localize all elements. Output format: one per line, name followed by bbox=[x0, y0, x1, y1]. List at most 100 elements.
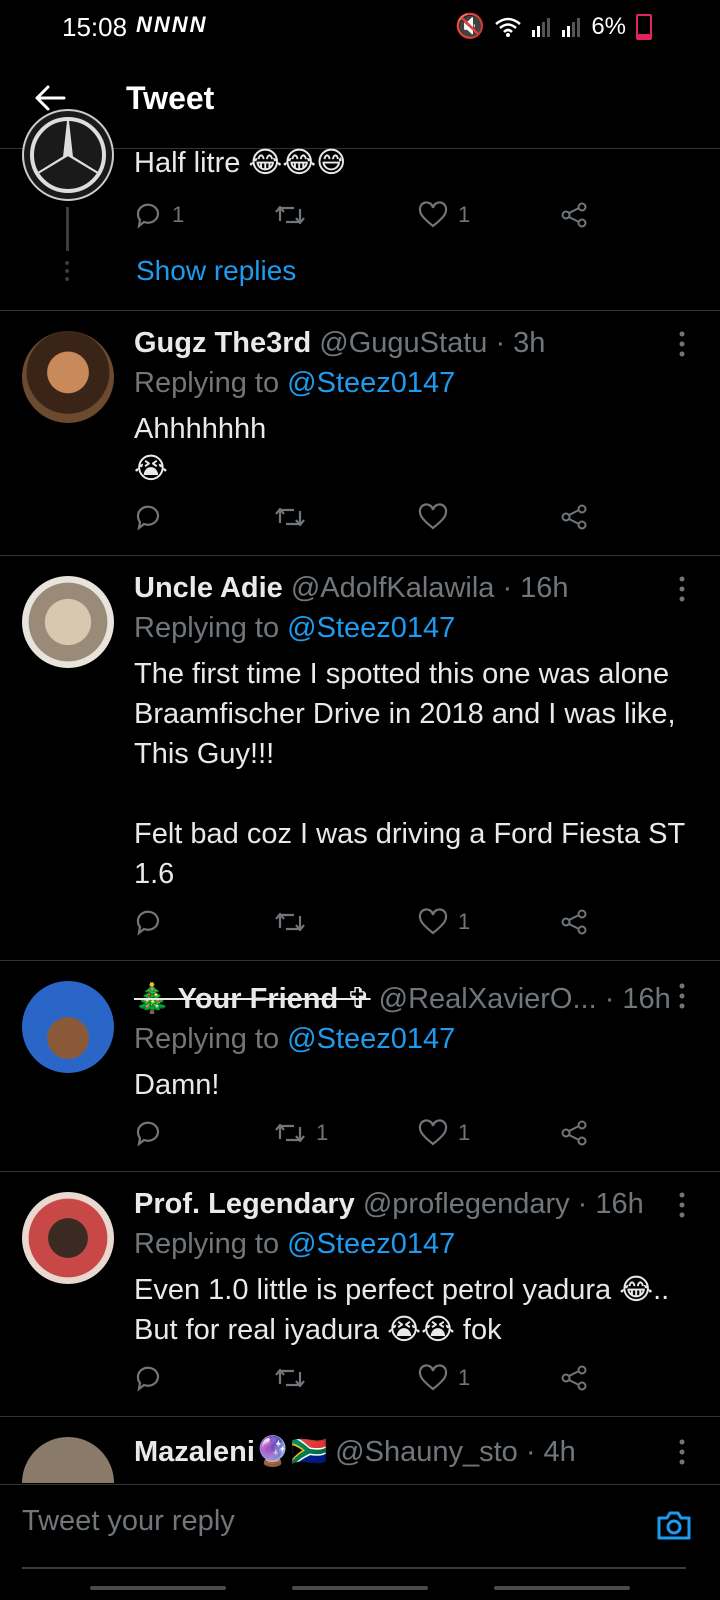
share-icon bbox=[561, 202, 587, 228]
retweet-action[interactable] bbox=[274, 1364, 316, 1392]
retweet-icon bbox=[275, 1123, 305, 1143]
like-action[interactable]: 1 bbox=[418, 201, 470, 229]
nav-back-button[interactable] bbox=[494, 1586, 630, 1590]
mention-link[interactable]: @Steez0147 bbox=[287, 367, 455, 399]
wifi-icon bbox=[495, 17, 522, 37]
signal-icon-2 bbox=[562, 17, 581, 37]
avatar[interactable] bbox=[22, 981, 114, 1073]
author-name[interactable]: Mazaleni🔮🇿🇦 bbox=[134, 1436, 327, 1468]
tweet-header: 🎄 Your Friend ✞ @RealXavierO... · 16h bbox=[134, 981, 671, 1016]
heart-icon bbox=[418, 1119, 448, 1146]
mercedes-logo-icon bbox=[30, 117, 106, 193]
tweet[interactable]: Uncle Adie @AdolfKalawila · 16h Replying… bbox=[0, 556, 720, 961]
retweet-action[interactable] bbox=[274, 908, 316, 936]
reply-action[interactable] bbox=[134, 503, 172, 531]
status-time: 15:08 bbox=[62, 12, 128, 42]
tweet-actions: 1 bbox=[134, 1364, 614, 1400]
tweet-actions: 1 bbox=[134, 908, 614, 944]
camera-icon[interactable] bbox=[654, 1505, 694, 1545]
tweet[interactable]: Prof. Legendary @proflegendary · 16h Rep… bbox=[0, 1172, 720, 1417]
replying-to: Replying to @Steez0147 bbox=[134, 612, 455, 645]
show-replies-link[interactable]: Show replies bbox=[136, 255, 296, 287]
thread-line bbox=[66, 207, 69, 251]
reply-count: 1 bbox=[172, 202, 185, 227]
tweet-actions: 1 1 bbox=[134, 201, 614, 237]
author-name[interactable]: 🎄 Your Friend ✞ bbox=[134, 983, 371, 1015]
mention-link[interactable]: @Steez0147 bbox=[287, 1023, 455, 1055]
author-name[interactable]: Gugz The3rd bbox=[134, 327, 311, 359]
reply-icon bbox=[136, 203, 160, 229]
share-icon bbox=[561, 1365, 587, 1391]
avatar[interactable] bbox=[22, 109, 114, 201]
like-action[interactable] bbox=[418, 503, 458, 531]
author-name[interactable]: Uncle Adie bbox=[134, 572, 283, 604]
more-options-icon[interactable] bbox=[678, 331, 686, 357]
replying-to: Replying to @Steez0147 bbox=[134, 367, 455, 400]
tweet-text: Even 1.0 little is perfect petrol yadura… bbox=[134, 1274, 678, 1346]
share-action[interactable] bbox=[560, 1119, 588, 1147]
tweet-text: The first time I spotted this one was al… bbox=[134, 658, 685, 890]
reply-action[interactable] bbox=[134, 1119, 172, 1147]
share-icon bbox=[561, 909, 587, 935]
reply-input[interactable]: Tweet your reply bbox=[22, 1505, 235, 1538]
author-handle[interactable]: @GuguStatu · 3h bbox=[319, 327, 545, 359]
nav-recent-button[interactable] bbox=[90, 1586, 226, 1590]
tweet-text: Ahhhhhhh 😭 bbox=[134, 413, 267, 485]
retweet-icon bbox=[275, 205, 305, 225]
retweet-icon bbox=[275, 507, 305, 527]
battery-icon bbox=[636, 13, 652, 40]
signal-icon bbox=[532, 17, 551, 37]
author-handle[interactable]: @proflegendary · 16h bbox=[363, 1188, 644, 1220]
like-count: 1 bbox=[458, 1120, 471, 1145]
heart-icon bbox=[418, 1364, 448, 1391]
nav-home-button[interactable] bbox=[292, 1586, 428, 1590]
like-action[interactable]: 1 bbox=[418, 908, 470, 936]
avatar[interactable] bbox=[22, 331, 114, 423]
retweet-count: 1 bbox=[316, 1120, 329, 1145]
author-name[interactable]: Prof. Legendary bbox=[134, 1188, 355, 1220]
more-options-icon[interactable] bbox=[678, 1439, 686, 1465]
tweet-text: Damn! bbox=[134, 1069, 220, 1101]
tweet-header: Uncle Adie @AdolfKalawila · 16h bbox=[134, 572, 569, 605]
more-options-icon[interactable] bbox=[678, 983, 686, 1009]
retweet-icon bbox=[275, 1368, 305, 1388]
avatar[interactable] bbox=[22, 1437, 114, 1483]
more-options-icon[interactable] bbox=[678, 1192, 686, 1218]
reply-icon bbox=[136, 1121, 160, 1147]
tweet-partial[interactable]: Mazaleni🔮🇿🇦 @Shauny_sto · 4h bbox=[0, 1417, 720, 1483]
parent-tweet[interactable]: Half litre 😂😂😅 1 1 Show replies bbox=[0, 109, 720, 311]
reply-icon bbox=[136, 910, 160, 936]
more-options-icon[interactable] bbox=[678, 576, 686, 602]
status-bar: 15:08 NNNN 🔇 6% bbox=[0, 0, 720, 56]
avatar[interactable] bbox=[22, 1192, 114, 1284]
author-handle[interactable]: @Shauny_sto · 4h bbox=[335, 1436, 576, 1468]
mention-link[interactable]: @Steez0147 bbox=[287, 612, 455, 644]
retweet-action[interactable]: 1 bbox=[274, 1119, 328, 1147]
tweet[interactable]: Gugz The3rd @GuguStatu · 3h Replying to … bbox=[0, 311, 720, 556]
retweet-action[interactable] bbox=[274, 503, 316, 531]
like-action[interactable]: 1 bbox=[418, 1119, 470, 1147]
share-action[interactable] bbox=[560, 1364, 588, 1392]
input-underline bbox=[22, 1567, 686, 1569]
retweet-action[interactable] bbox=[274, 201, 306, 229]
reply-action[interactable] bbox=[134, 908, 172, 936]
share-icon bbox=[561, 504, 587, 530]
author-handle[interactable]: @RealXavierO... · 16h bbox=[379, 983, 671, 1015]
share-action[interactable] bbox=[560, 908, 588, 936]
reply-icon bbox=[136, 1366, 160, 1392]
tweet-actions bbox=[134, 503, 614, 539]
reply-icon bbox=[136, 505, 160, 531]
mention-link[interactable]: @Steez0147 bbox=[287, 1228, 455, 1260]
reply-action[interactable]: 1 bbox=[134, 201, 184, 229]
thread-dots bbox=[65, 261, 73, 281]
reply-action[interactable] bbox=[134, 1364, 172, 1392]
like-count: 1 bbox=[458, 909, 471, 934]
heart-icon bbox=[418, 908, 448, 935]
avatar[interactable] bbox=[22, 576, 114, 668]
heart-icon bbox=[418, 201, 448, 228]
tweet[interactable]: 🎄 Your Friend ✞ @RealXavierO... · 16h Re… bbox=[0, 961, 720, 1172]
share-action[interactable] bbox=[560, 503, 588, 531]
share-action[interactable] bbox=[560, 201, 588, 229]
like-action[interactable]: 1 bbox=[418, 1364, 470, 1392]
author-handle[interactable]: @AdolfKalawila · 16h bbox=[291, 572, 569, 604]
